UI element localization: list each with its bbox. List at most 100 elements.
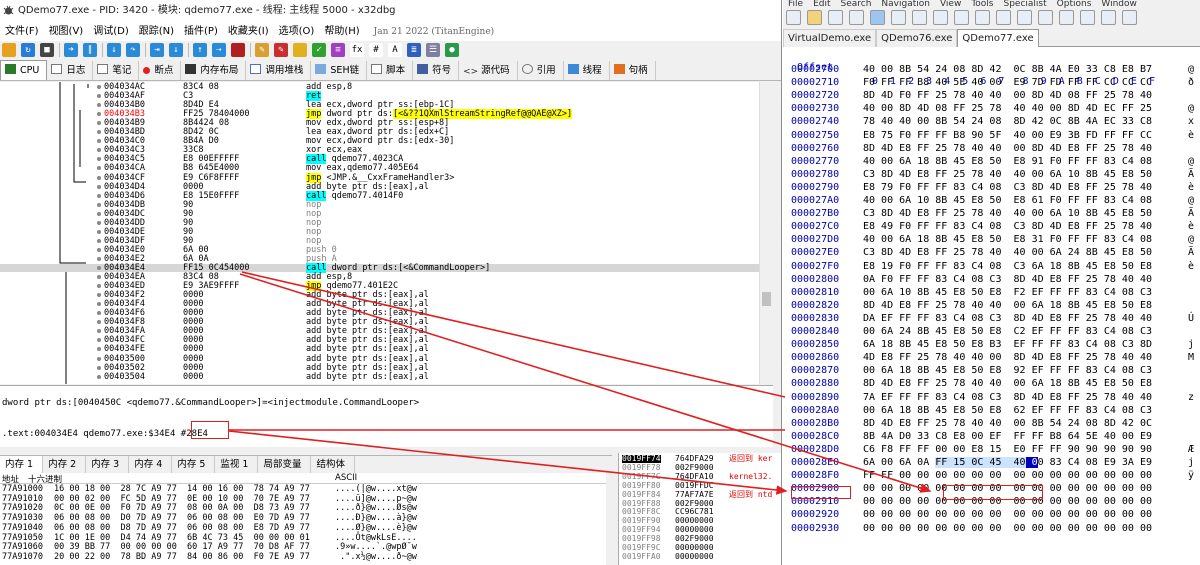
- hxd-menu-specialist[interactable]: Specialist: [999, 0, 1052, 8]
- hex-row[interactable]: 000027A0 40 00 6A 10 8B 45 E8 50 E8 61 F0…: [783, 194, 1200, 207]
- disasm-row[interactable]: 004034EA 83C4 08 add esp,8: [0, 273, 773, 281]
- list-icon[interactable]: ☰: [426, 43, 440, 57]
- tab-source[interactable]: <> 源代码: [459, 61, 518, 80]
- hex-row[interactable]: 00002800 0A F0 FF FF 83 C4 08 C3 8D 4D E8…: [783, 273, 1200, 286]
- hex-row[interactable]: 00002720 8D 4D F0 FF 25 78 40 40 00 8D 4D…: [783, 89, 1200, 102]
- breakpoint-dot[interactable]: [97, 284, 101, 289]
- hxd-menu-search[interactable]: Search: [836, 0, 877, 8]
- stack-row[interactable]: 0019FF7C 764DFA10 kernel32.: [619, 472, 781, 481]
- window-icon[interactable]: [1122, 10, 1137, 25]
- tab-script[interactable]: 脚本: [367, 61, 414, 80]
- find-icon[interactable]: [1038, 10, 1053, 25]
- disasm-row[interactable]: 004034D4 0000 add byte ptr ds:[eax],al: [0, 182, 773, 191]
- hex-row[interactable]: 00002930 00 00 00 00 00 00 00 00 00 00 00…: [783, 522, 1200, 535]
- dump-row[interactable]: 77A91070 20 00 22 00 78 BD A9 77 84 00 86…: [0, 552, 606, 563]
- disasm-row[interactable]: 004034C5 E8 00EFFFFF call qdemo77.4023CA: [0, 154, 773, 165]
- hex-row[interactable]: 00002840 00 6A 24 8B 45 E8 50 E8 C2 EF FF…: [783, 325, 1200, 338]
- open-file-icon[interactable]: [807, 10, 822, 25]
- disasm-row[interactable]: 004034C0 8B4A D0 mov ecx,dword ptr ds:[edx…: [0, 137, 773, 146]
- disasm-row[interactable]: 004034DC 90 nop: [0, 209, 773, 218]
- disasm-row[interactable]: 004034AF C3 ret: [0, 91, 773, 102]
- hex-row[interactable]: 000028B0 8D 4D E8 FF 25 78 40 40 00 8B 54…: [783, 417, 1200, 430]
- disasm-row[interactable]: 004034DD 90 nop: [0, 219, 773, 227]
- hex-row[interactable]: 00002830 DA EF FF FF 83 C4 08 C3 8D 4D E8…: [783, 312, 1200, 325]
- disasm-row[interactable]: 004034ED E9 3AE9FFFF jmp qdemo77.401E2C: [0, 281, 773, 292]
- breakpoint-dot[interactable]: [97, 139, 101, 144]
- hxd-menu-options[interactable]: Options: [1052, 0, 1097, 8]
- disasm-row[interactable]: 004034B3 FF25 78404000 jmp dword ptr ds:[<…: [0, 109, 773, 120]
- scylla-icon[interactable]: [231, 43, 245, 57]
- hex-row[interactable]: 00002880 8D 4D E8 FF 25 78 40 40 00 6A 18…: [783, 377, 1200, 390]
- tab-symbols[interactable]: 符号: [413, 61, 460, 80]
- disasm-row[interactable]: 004034F4 0000 add byte ptr ds:[eax],al: [0, 300, 773, 308]
- new-file-icon[interactable]: [786, 10, 801, 25]
- breakpoint-dot[interactable]: [97, 94, 101, 99]
- disasm-row[interactable]: 004034D6 E8 15E0FFFF call qdemo77.4014F0: [0, 190, 773, 201]
- disasm-row[interactable]: 004034DE 90 nop: [0, 228, 773, 236]
- breakpoint-dot[interactable]: [97, 238, 101, 243]
- breakpoint-dot[interactable]: [97, 175, 101, 180]
- tab-watch-1[interactable]: 监视 1: [215, 456, 259, 473]
- hex-row[interactable]: 000027C0 E8 49 F0 FF FF 83 C4 08 C3 8D 4D…: [783, 220, 1200, 233]
- hxd-menu-edit[interactable]: Edit: [808, 0, 835, 8]
- step-over-icon[interactable]: ↷: [126, 43, 140, 57]
- disasm-row[interactable]: 004034C3 33C8 xor ecx,eax: [0, 146, 773, 155]
- disasm-row[interactable]: 004034FA 0000 add byte ptr ds:[eax],al: [0, 327, 773, 336]
- hex-row[interactable]: 000028D0 C6 F8 FF FF 00 00 E8 15 E0 FF FF…: [783, 443, 1200, 456]
- hex-row[interactable]: 000027B0 C3 8D 4D E8 FF 25 78 40 40 00 6A…: [783, 207, 1200, 220]
- hex-row[interactable]: 000028E0 6A 00 6A 0A FF 15 0C 45 40 00 83…: [783, 456, 1200, 469]
- tab-handles[interactable]: 句柄: [610, 61, 656, 80]
- open-ram-icon[interactable]: [849, 10, 864, 25]
- font-icon[interactable]: A: [388, 43, 402, 57]
- fx-icon[interactable]: fx: [350, 43, 364, 57]
- menu-help[interactable]: 帮助(H): [319, 22, 364, 41]
- tab-dump-1[interactable]: 内存 1: [0, 456, 44, 473]
- hex-row[interactable]: 000028A0 00 6A 18 8B 45 E8 50 E8 62 EF FF…: [783, 404, 1200, 417]
- hex-row[interactable]: 00002920 00 00 00 00 00 00 00 00 00 00 00…: [783, 508, 1200, 521]
- disasm-row[interactable]: 004034FC 0000 add byte ptr ds:[eax],al: [0, 336, 773, 345]
- disasm-row[interactable]: 004034CF E9 C6F8FFFF jmp <JMP.&__CxxFrameH…: [0, 172, 773, 183]
- breakpoint-dot[interactable]: [97, 157, 101, 162]
- open-icon[interactable]: [2, 43, 16, 57]
- stack-row[interactable]: 0019FF78 002F9000: [619, 463, 781, 472]
- breakpoint-dot[interactable]: [97, 247, 101, 252]
- globe-icon[interactable]: ●: [445, 43, 459, 57]
- breakpoint-dot[interactable]: [97, 112, 101, 117]
- breakpoint-dot[interactable]: [97, 85, 101, 89]
- breakpoint-dot[interactable]: [97, 229, 101, 234]
- function-icon[interactable]: ≡: [331, 43, 345, 57]
- tab-struct[interactable]: 结构体: [311, 456, 355, 473]
- hex-row[interactable]: 000027D0 40 00 6A 18 8B 45 E8 50 E8 31 F0…: [783, 233, 1200, 246]
- tab-log[interactable]: 日志: [47, 61, 94, 80]
- hex-row[interactable]: 00002870 00 6A 18 8B 45 E8 50 E8 92 EF FF…: [783, 364, 1200, 377]
- hxd-menu-navigation[interactable]: Navigation: [876, 0, 935, 8]
- memory-dump-view[interactable]: 地址 十六进制 ASCII 77A91000 16 00 18 00 28 7C …: [0, 473, 612, 565]
- tab-dump-2[interactable]: 内存 2: [43, 456, 87, 473]
- stack-row[interactable]: 0019FF84 77AF7A7E 返回到 ntd: [619, 490, 781, 499]
- breakpoint-dot[interactable]: [97, 275, 101, 280]
- menu-plugins[interactable]: 插件(P): [179, 22, 223, 41]
- breakpoint-dot[interactable]: [97, 311, 101, 316]
- breakpoint-dot[interactable]: [97, 266, 101, 270]
- disassembly-view[interactable]: 004034AC 83C4 08 add esp,8 004034AF C3 ret 00…: [0, 82, 773, 384]
- find-hex-icon[interactable]: [1080, 10, 1095, 25]
- hex-row[interactable]: 00002750 E8 75 F0 FF FF B8 90 5F 40 00 E9…: [783, 129, 1200, 142]
- breakpoint-dot[interactable]: [97, 256, 101, 261]
- breakpoint-dot[interactable]: [97, 202, 101, 207]
- breakpoint-dot[interactable]: [97, 338, 101, 343]
- binary-icon[interactable]: [1017, 10, 1032, 25]
- restart-icon[interactable]: ↻: [21, 43, 35, 57]
- breakpoint-dot[interactable]: [97, 211, 101, 216]
- dump-scrollbar[interactable]: [606, 473, 614, 565]
- menu-file[interactable]: 文件(F): [0, 22, 44, 41]
- disasm-row[interactable]: 00403504 0000 add byte ptr ds:[eax],al: [0, 372, 773, 381]
- hash-icon[interactable]: #: [369, 43, 383, 57]
- close-icon[interactable]: ■: [40, 43, 54, 57]
- breakpoint-dot[interactable]: [97, 293, 101, 298]
- pause-icon[interactable]: ∥: [83, 43, 97, 57]
- disasm-row[interactable]: 004034E0 6A 00 push 0: [0, 246, 773, 254]
- breakpoint-dot[interactable]: [97, 365, 101, 370]
- disasm-row[interactable]: 00403502 0000 add byte ptr ds:[eax],al: [0, 363, 773, 372]
- tab-virtualdemo[interactable]: VirtualDemo.exe: [783, 29, 877, 47]
- breakpoint-dot[interactable]: [97, 166, 101, 171]
